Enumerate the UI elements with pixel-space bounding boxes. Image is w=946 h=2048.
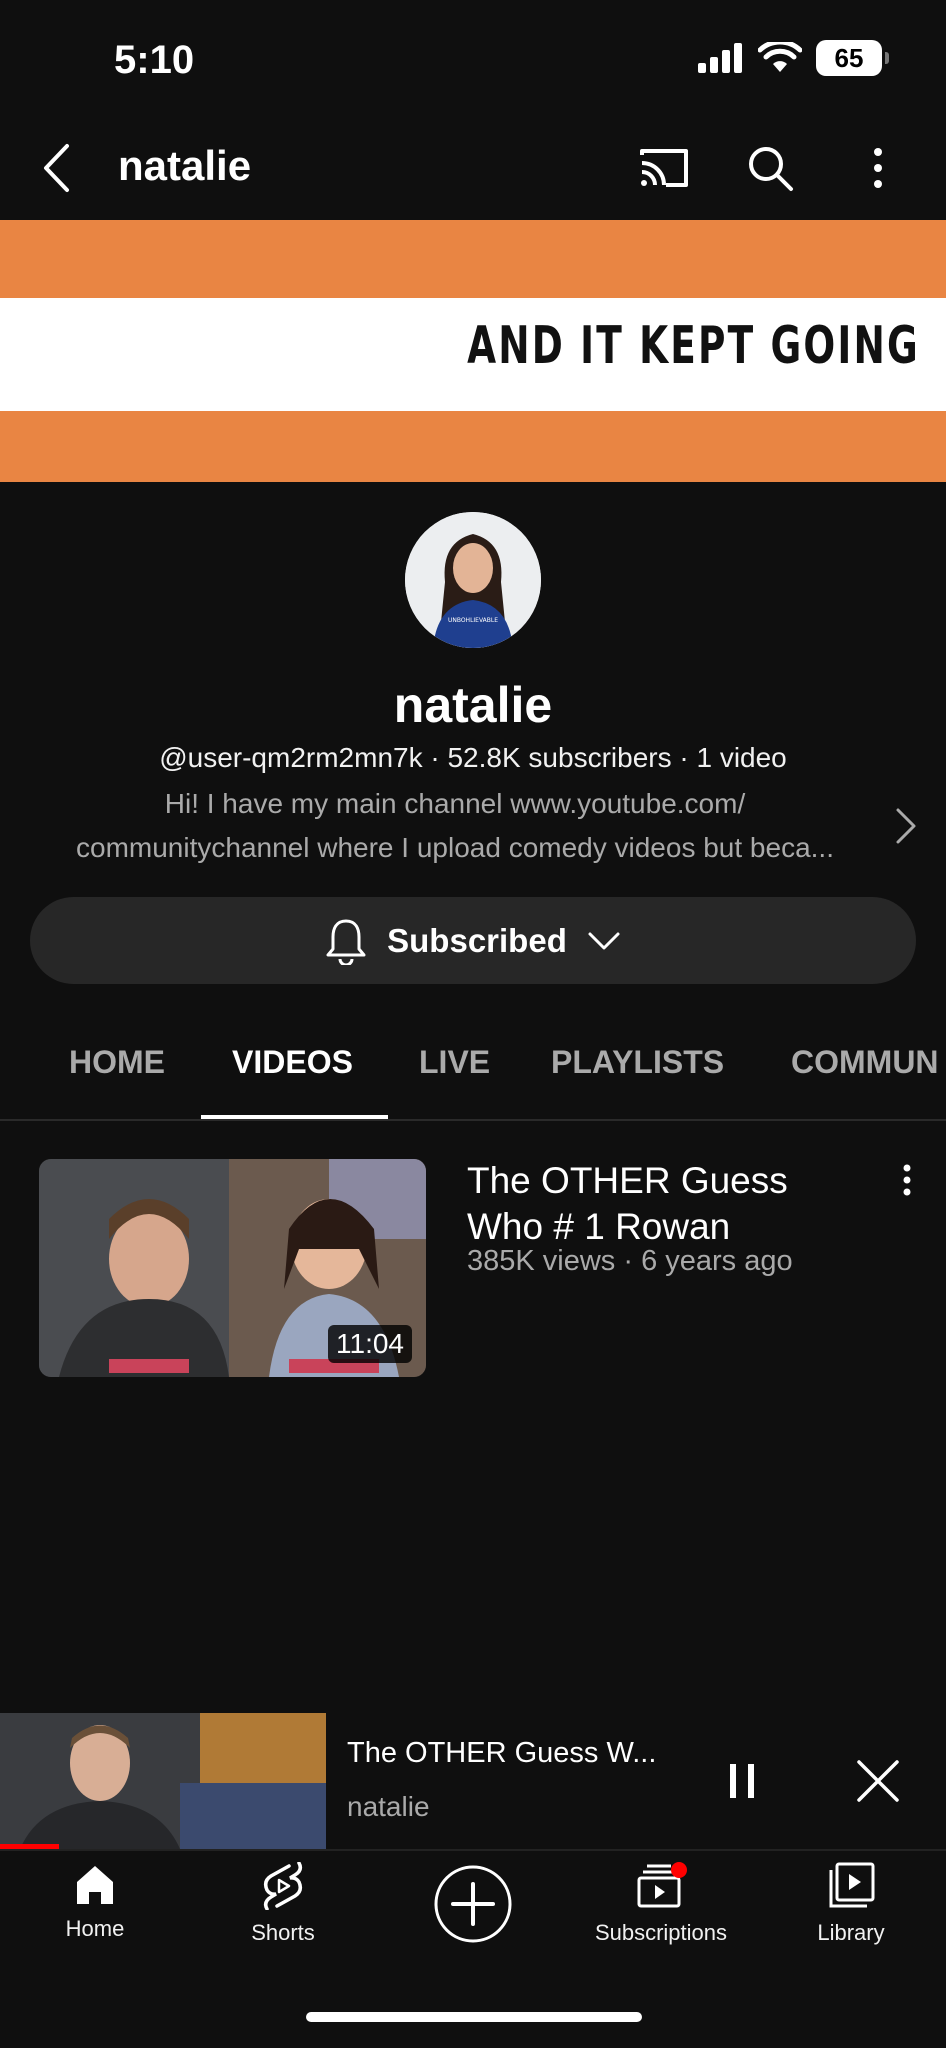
- status-time: 5:10: [114, 38, 195, 82]
- nav-shorts[interactable]: Shorts: [188, 1862, 378, 1946]
- tab-playlists[interactable]: PLAYLISTS: [551, 1044, 724, 1081]
- search-icon: [749, 147, 793, 191]
- create-icon: [434, 1865, 512, 1943]
- nav-library-label: Library: [817, 1920, 885, 1945]
- page-title: natalie: [118, 142, 252, 189]
- channel-meta: @user-qm2rm2mn7k · 52.8K subscribers · 1…: [159, 742, 787, 773]
- cellular-signal-icon: [698, 43, 742, 73]
- video-duration: 11:04: [328, 1325, 412, 1363]
- video-title[interactable]: The OTHER Guess Who # 1 Rowan: [467, 1158, 867, 1250]
- wifi-icon: [758, 42, 802, 72]
- more-vertical-icon: [903, 1164, 911, 1196]
- mini-player-title: The OTHER Guess W...: [347, 1737, 657, 1769]
- home-icon: [77, 1866, 113, 1904]
- nav-subscriptions-label: Subscriptions: [594, 1920, 728, 1945]
- pause-button[interactable]: [714, 1753, 770, 1809]
- mini-player-image: [0, 1713, 326, 1849]
- tab-live[interactable]: LIVE: [419, 1044, 490, 1081]
- subscribed-button[interactable]: Subscribed: [30, 897, 916, 984]
- channel-banner: AND IT KEPT GOING: [0, 220, 946, 482]
- more-options-button[interactable]: [850, 140, 906, 196]
- mini-player-channel: natalie: [347, 1791, 430, 1822]
- back-button[interactable]: [28, 140, 84, 196]
- chevron-down-icon: [588, 932, 620, 949]
- video-meta: 385K views · 6 years ago: [467, 1245, 793, 1277]
- nav-library[interactable]: Library: [756, 1862, 946, 1946]
- video-more-button[interactable]: [890, 1162, 924, 1202]
- channel-avatar[interactable]: UNBOHLIEVABLE: [405, 512, 541, 648]
- close-icon: [857, 1760, 899, 1802]
- more-vertical-icon: [874, 148, 882, 188]
- channel-name: natalie: [393, 677, 553, 733]
- nav-divider: [0, 1849, 946, 1851]
- nav-subscriptions[interactable]: Subscriptions: [566, 1862, 756, 1946]
- status-icons: 65: [698, 40, 889, 76]
- shorts-icon: [263, 1862, 303, 1910]
- home-indicator: [306, 2012, 642, 2022]
- mini-player-thumbnail[interactable]: [0, 1713, 326, 1849]
- library-icon: [829, 1862, 875, 1908]
- close-mini-player-button[interactable]: [850, 1753, 906, 1809]
- cast-button[interactable]: [636, 140, 692, 196]
- tabs-divider: [0, 1119, 946, 1121]
- channel-description[interactable]: Hi! I have my main channel www.youtube.c…: [30, 782, 880, 870]
- tab-community[interactable]: COMMUN: [791, 1044, 939, 1081]
- video-thumbnail[interactable]: 11:04: [39, 1159, 426, 1377]
- nav-home[interactable]: Home: [0, 1862, 190, 1942]
- banner-text: AND IT KEPT GOING: [467, 316, 920, 376]
- tab-videos[interactable]: VIDEOS: [232, 1044, 353, 1081]
- description-expand-button[interactable]: [890, 806, 920, 846]
- avatar-shirt-text: UNBOHLIEVABLE: [448, 617, 498, 624]
- subscribed-label: Subscribed: [387, 921, 567, 959]
- back-arrow-icon: [44, 144, 69, 192]
- battery-indicator: 65: [816, 40, 889, 76]
- tab-home[interactable]: HOME: [69, 1044, 165, 1081]
- chevron-right-icon: [896, 808, 916, 844]
- description-line-2: communitychannel where I upload comedy v…: [76, 832, 834, 863]
- mini-player[interactable]: The OTHER Guess W... natalie: [0, 1713, 946, 1849]
- bell-icon: [326, 919, 366, 965]
- nav-create[interactable]: [378, 1864, 568, 1944]
- notification-dot: [671, 1862, 687, 1878]
- avatar-image: UNBOHLIEVABLE: [405, 512, 541, 648]
- nav-home-label: Home: [65, 1916, 125, 1941]
- pause-icon: [730, 1764, 754, 1798]
- subscriptions-icon: [637, 1862, 687, 1908]
- search-button[interactable]: [742, 140, 798, 196]
- description-line-1: Hi! I have my main channel www.youtube.c…: [164, 788, 746, 819]
- nav-shorts-label: Shorts: [251, 1920, 315, 1945]
- cast-icon: [640, 149, 688, 187]
